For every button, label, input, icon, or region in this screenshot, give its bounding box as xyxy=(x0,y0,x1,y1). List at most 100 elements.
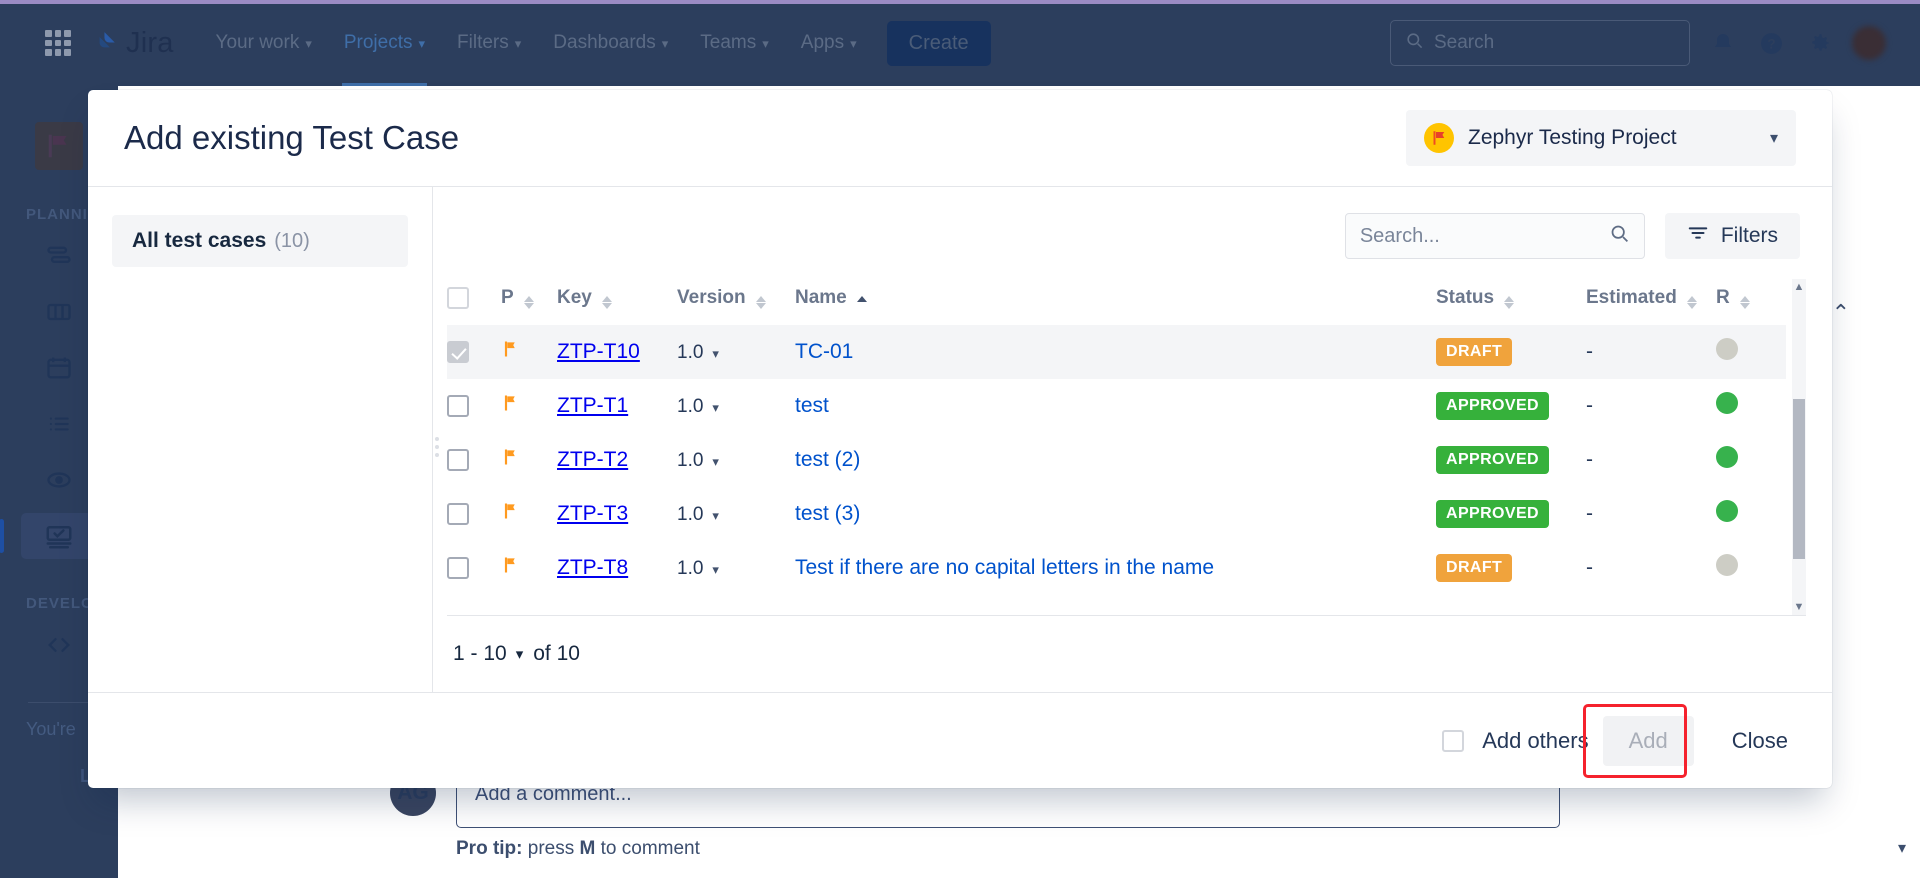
column-label: Status xyxy=(1436,287,1494,308)
column-header-result[interactable]: R xyxy=(1716,279,1786,325)
table-row[interactable]: ZTP-T81.0▾Test if there are no capital l… xyxy=(447,541,1786,595)
row-name-cell[interactable]: test (3) xyxy=(795,487,1436,541)
table-scrollbar[interactable]: ▲ ▼ xyxy=(1792,279,1806,615)
estimated-value: - xyxy=(1586,556,1593,579)
add-button[interactable]: Add xyxy=(1603,716,1694,766)
table-row[interactable]: ZTP-T31.0▾test (3)APPROVED- xyxy=(447,487,1786,541)
row-name-cell[interactable]: TC-01 xyxy=(795,325,1436,379)
collapse-chevron-icon[interactable]: ⌃ xyxy=(1832,300,1850,326)
chevron-down-icon[interactable]: ▾ xyxy=(712,400,719,415)
row-key-cell[interactable]: ZTP-T3 xyxy=(557,487,677,541)
row-key-cell[interactable]: ZTP-T8 xyxy=(557,541,677,595)
close-button[interactable]: Close xyxy=(1722,716,1798,766)
row-checkbox[interactable] xyxy=(447,395,469,417)
pane-resize-handle[interactable] xyxy=(435,437,439,457)
sort-icon[interactable] xyxy=(1504,296,1514,309)
sort-icon[interactable] xyxy=(524,296,534,309)
test-case-key-link[interactable]: ZTP-T10 xyxy=(557,340,640,363)
user-avatar[interactable] xyxy=(1852,26,1886,60)
table-row[interactable]: ZTP-T11.0▾testAPPROVED- xyxy=(447,379,1786,433)
test-case-name-link[interactable]: test xyxy=(795,394,829,417)
sidebar-item-list[interactable] xyxy=(21,401,97,447)
row-key-cell[interactable]: ZTP-T2 xyxy=(557,433,677,487)
scroll-down-arrow-icon[interactable]: ▼ xyxy=(1792,599,1806,615)
row-name-cell[interactable]: test xyxy=(795,379,1436,433)
pro-tip-text: Pro tip: press M to comment xyxy=(456,838,700,860)
create-button[interactable]: Create xyxy=(887,21,991,66)
estimated-value: - xyxy=(1586,448,1593,471)
row-checkbox[interactable] xyxy=(447,449,469,471)
sidebar-item-calendar[interactable] xyxy=(21,345,97,391)
chevron-down-icon[interactable]: ▾ xyxy=(712,508,719,523)
row-checkbox[interactable] xyxy=(447,503,469,525)
test-case-key-link[interactable]: ZTP-T2 xyxy=(557,448,628,471)
sort-icon[interactable] xyxy=(602,296,612,309)
project-selector[interactable]: Zephyr Testing Project ▾ xyxy=(1406,110,1796,166)
test-case-name-link[interactable]: Test if there are no capital letters in … xyxy=(795,556,1214,579)
nav-item-your-work[interactable]: Your work ▾ xyxy=(200,0,328,86)
search-placeholder: Search... xyxy=(1360,225,1609,248)
nav-item-apps[interactable]: Apps ▾ xyxy=(785,0,873,86)
global-search-input[interactable]: Search xyxy=(1390,20,1690,66)
column-header-version[interactable]: Version xyxy=(677,279,795,325)
search-input[interactable]: Search... xyxy=(1345,213,1645,259)
row-checkbox[interactable] xyxy=(447,341,469,363)
scrollbar-thumb[interactable] xyxy=(1793,399,1805,559)
row-checkbox[interactable] xyxy=(447,557,469,579)
table-row[interactable]: ZTP-T21.0▾test (2)APPROVED- xyxy=(447,433,1786,487)
row-key-cell[interactable]: ZTP-T10 xyxy=(557,325,677,379)
sidebar-item-timeline[interactable] xyxy=(21,457,97,503)
column-header-priority[interactable]: P xyxy=(501,279,557,325)
jira-logo-icon xyxy=(92,30,118,56)
chevron-down-icon: ▾ xyxy=(305,37,312,50)
test-case-table-wrapper: P Key Version xyxy=(447,279,1806,615)
folder-item-all-test-cases[interactable]: All test cases (10) xyxy=(112,215,408,267)
table-row[interactable]: ZTP-T101.0▾TC-01DRAFT- xyxy=(447,325,1786,379)
column-header-estimated[interactable]: Estimated xyxy=(1586,279,1716,325)
sort-icon-ascending[interactable] xyxy=(857,296,867,302)
sidebar-item-test-cases[interactable] xyxy=(21,513,97,559)
jira-logo[interactable]: Jira xyxy=(92,27,174,60)
sidebar-item-summary[interactable] xyxy=(21,233,97,279)
page-size-selector[interactable]: 1 - 10 ▾ xyxy=(453,642,523,666)
test-case-name-link[interactable]: test (3) xyxy=(795,502,860,525)
notifications-bell-icon[interactable] xyxy=(1708,28,1738,58)
column-label: Key xyxy=(557,287,592,308)
ellipsis-icon[interactable]: ··· xyxy=(1831,120,1880,165)
column-header-name[interactable]: Name xyxy=(795,279,1436,325)
column-header-status[interactable]: Status xyxy=(1436,279,1586,325)
add-others-checkbox[interactable] xyxy=(1442,730,1464,752)
scroll-down-caret-icon[interactable]: ▾ xyxy=(1898,838,1906,858)
chevron-down-icon[interactable]: ▾ xyxy=(712,562,719,577)
test-case-name-link[interactable]: TC-01 xyxy=(795,340,853,363)
settings-gear-icon[interactable] xyxy=(1804,28,1834,58)
nav-item-filters[interactable]: Filters ▾ xyxy=(441,0,537,86)
app-switcher-icon[interactable] xyxy=(38,23,78,63)
test-case-key-link[interactable]: ZTP-T1 xyxy=(557,394,628,417)
sidebar-item-board[interactable] xyxy=(21,289,97,335)
filters-button[interactable]: Filters xyxy=(1665,213,1800,259)
scroll-up-arrow-icon[interactable]: ▲ xyxy=(1792,279,1806,295)
nav-item-teams[interactable]: Teams ▾ xyxy=(684,0,785,86)
sidebar-item-code[interactable] xyxy=(21,622,97,668)
chevron-down-icon[interactable]: ▾ xyxy=(712,346,719,361)
row-name-cell[interactable]: test (2) xyxy=(795,433,1436,487)
test-case-key-link[interactable]: ZTP-T8 xyxy=(557,556,628,579)
nav-item-projects[interactable]: Projects ▾ xyxy=(328,0,441,86)
sort-icon[interactable] xyxy=(1687,296,1697,309)
nav-item-dashboards[interactable]: Dashboards ▾ xyxy=(537,0,684,86)
row-name-cell[interactable]: Test if there are no capital letters in … xyxy=(795,541,1436,595)
row-status-cell: DRAFT xyxy=(1436,541,1586,595)
search-icon[interactable] xyxy=(1609,223,1630,249)
help-question-icon[interactable]: ? xyxy=(1756,28,1786,58)
row-key-cell[interactable]: ZTP-T1 xyxy=(557,379,677,433)
column-header-key[interactable]: Key xyxy=(557,279,677,325)
select-all-checkbox[interactable] xyxy=(447,287,469,309)
chevron-down-icon[interactable]: ▾ xyxy=(712,454,719,469)
add-others-option[interactable]: Add others xyxy=(1442,728,1588,754)
sort-icon[interactable] xyxy=(756,296,766,309)
dialog-body: All test cases (10) Search... xyxy=(88,186,1832,692)
test-case-name-link[interactable]: test (2) xyxy=(795,448,860,471)
sort-icon[interactable] xyxy=(1740,296,1750,309)
test-case-key-link[interactable]: ZTP-T3 xyxy=(557,502,628,525)
